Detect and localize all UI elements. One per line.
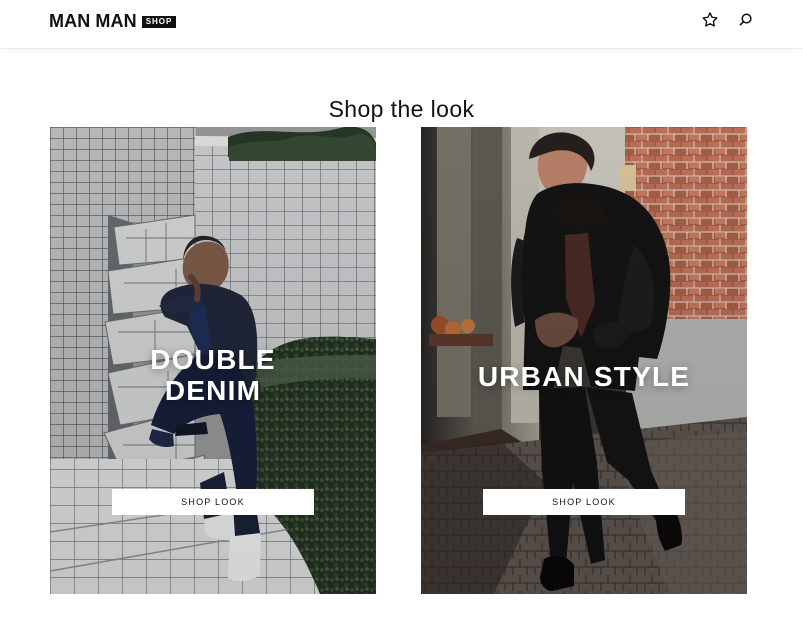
search-icon xyxy=(739,13,752,26)
site-header: MAN MAN SHOP xyxy=(0,0,803,48)
star-icon xyxy=(702,12,718,27)
section-title: Shop the look xyxy=(328,96,475,123)
brand-name: MAN MAN xyxy=(49,11,137,31)
brand-badge: SHOP xyxy=(141,15,177,28)
brand-logo[interactable]: MAN MAN SHOP xyxy=(49,9,177,33)
look-title: DOUBLE DENIM xyxy=(150,344,276,407)
look-card-double-denim[interactable]: DOUBLE DENIM SHOP LOOK xyxy=(50,127,376,594)
search-button[interactable] xyxy=(737,11,755,29)
look-card-urban-style[interactable]: URBAN STYLE SHOP LOOK xyxy=(421,127,747,594)
look-title: URBAN STYLE xyxy=(477,361,691,393)
shop-look-button[interactable]: SHOP LOOK xyxy=(112,489,314,515)
header-actions xyxy=(701,11,755,29)
favorites-button[interactable] xyxy=(701,11,719,29)
shop-look-button[interactable]: SHOP LOOK xyxy=(483,489,685,515)
